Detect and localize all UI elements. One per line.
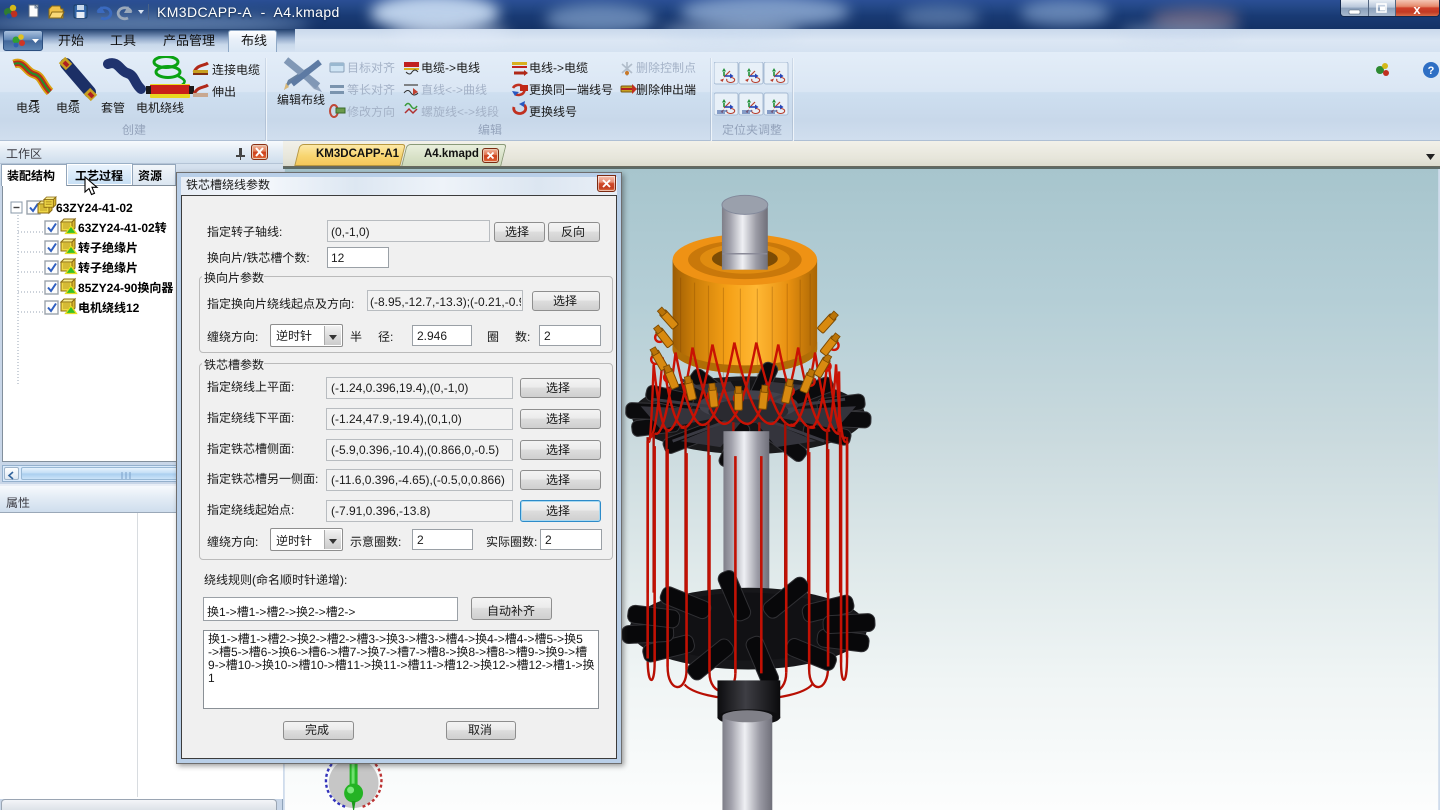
svg-text:?: ?: [1428, 65, 1435, 77]
svg-text:x: x: [1413, 2, 1421, 17]
